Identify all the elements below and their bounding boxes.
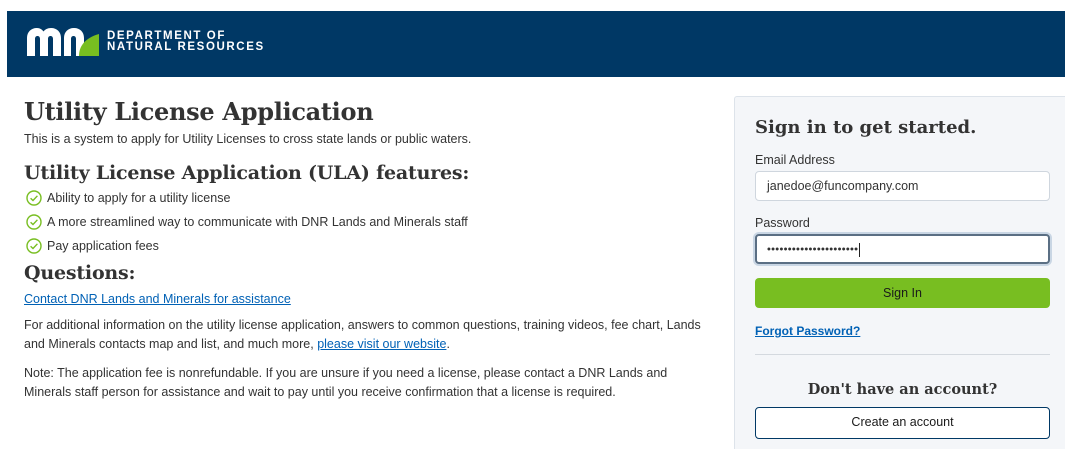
- no-account-heading: Don't have an account?: [807, 381, 998, 398]
- email-field[interactable]: janedoe@funcompany.com: [755, 171, 1050, 201]
- create-account-button[interactable]: Create an account: [755, 407, 1050, 439]
- check-circle-icon: [26, 190, 42, 206]
- mn-logo-icon: [27, 28, 99, 56]
- intro-text: This is a system to apply for Utility Li…: [24, 132, 472, 146]
- feature-label: Ability to apply for a utility license: [47, 191, 231, 205]
- email-label: Email Address: [755, 153, 835, 167]
- page-title: Utility License Application: [24, 97, 374, 126]
- logo-line-2: NATURAL RESOURCES: [107, 41, 265, 53]
- info-end: .: [446, 337, 450, 351]
- list-item: Ability to apply for a utility license: [24, 186, 704, 210]
- contact-link[interactable]: Contact DNR Lands and Minerals for assis…: [24, 292, 704, 306]
- list-item: Pay application fees: [24, 234, 704, 258]
- text-caret: [859, 242, 861, 257]
- features-heading: Utility License Application (ULA) featur…: [24, 162, 470, 184]
- logo-text: DEPARTMENT OF NATURAL RESOURCES: [107, 30, 265, 53]
- signin-panel: Sign in to get started. Email Address ja…: [734, 96, 1065, 449]
- sign-in-button[interactable]: Sign In: [755, 278, 1050, 308]
- password-label: Password: [755, 216, 810, 230]
- password-value: ••••••••••••••••••••••: [767, 243, 859, 256]
- check-circle-icon: [26, 238, 42, 254]
- email-value: janedoe@funcompany.com: [767, 179, 919, 193]
- info-paragraph: For additional information on the utilit…: [24, 316, 704, 354]
- site-header: DEPARTMENT OF NATURAL RESOURCES: [7, 11, 1065, 77]
- check-circle-icon: [26, 214, 42, 230]
- list-item: A more streamlined way to communicate wi…: [24, 210, 704, 234]
- feature-label: Pay application fees: [47, 239, 159, 253]
- divider: [755, 354, 1050, 355]
- feature-label: A more streamlined way to communicate wi…: [47, 215, 468, 229]
- signin-title: Sign in to get started.: [755, 117, 977, 138]
- website-link[interactable]: please visit our website: [317, 337, 446, 351]
- forgot-password-link[interactable]: Forgot Password?: [755, 324, 860, 338]
- password-field[interactable]: ••••••••••••••••••••••: [755, 234, 1050, 264]
- main-content: Utility License Application This is a sy…: [24, 97, 704, 402]
- note-paragraph: Note: The application fee is nonrefundab…: [24, 366, 668, 399]
- dnr-logo[interactable]: DEPARTMENT OF NATURAL RESOURCES: [27, 28, 265, 56]
- questions-heading: Questions:: [24, 262, 136, 284]
- features-list: Ability to apply for a utility license A…: [24, 186, 704, 258]
